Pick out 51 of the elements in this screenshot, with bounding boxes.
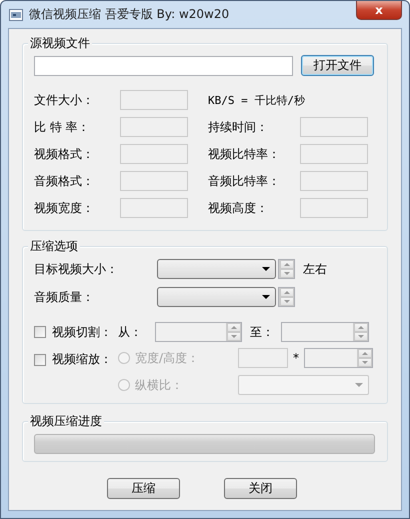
group-title: 源视频文件 xyxy=(28,35,92,51)
spin-field[interactable] xyxy=(304,348,373,368)
dropdown-caret-icon xyxy=(355,383,363,387)
field-label: 视频比特率： xyxy=(208,146,281,162)
readonly-field xyxy=(120,144,188,164)
field-label: 视频格式： xyxy=(34,146,95,162)
action-button[interactable]: 关闭 xyxy=(224,478,297,499)
dropdown-caret-icon xyxy=(262,267,270,271)
field-label: 比 特 率： xyxy=(34,118,91,136)
field-label: 音频质量： xyxy=(34,288,95,306)
spin-field[interactable] xyxy=(155,322,242,342)
group-title: 压缩选项 xyxy=(28,238,80,254)
readonly-field xyxy=(300,144,368,164)
open-file-button[interactable]: 打开文件 xyxy=(301,55,374,76)
spinner-arrows-icon[interactable] xyxy=(357,349,372,367)
spinner-arrows-icon[interactable] xyxy=(353,323,368,341)
dropdown-caret-icon xyxy=(262,295,270,299)
app-icon xyxy=(9,8,23,20)
close-button[interactable]: x xyxy=(356,1,402,20)
readonly-field xyxy=(120,90,188,110)
field-label: 音频格式： xyxy=(34,172,95,190)
readonly-field xyxy=(300,198,368,218)
from-label: 从： xyxy=(118,324,143,340)
window-title: 微信视频压缩 吾爱专版 By: w20w20 xyxy=(29,6,230,23)
action-button[interactable]: 压缩 xyxy=(107,478,180,499)
width-field[interactable] xyxy=(238,348,288,368)
field-label: 视频宽度： xyxy=(34,200,95,216)
unit-label: 左右 xyxy=(303,260,327,278)
spin-field[interactable] xyxy=(281,322,369,342)
field-label: 音频比特率： xyxy=(208,172,281,190)
readonly-field xyxy=(120,117,188,137)
dropdown[interactable] xyxy=(157,287,276,307)
unit-note: KB/S = 千比特/秒 xyxy=(208,92,306,108)
checkbox-label[interactable]: 视频切割： xyxy=(52,324,112,340)
readonly-field xyxy=(300,117,368,137)
to-label: 至： xyxy=(250,324,275,340)
dropdown[interactable] xyxy=(157,259,276,279)
field-label: 文件大小： xyxy=(34,92,95,108)
group-title: 视频压缩进度 xyxy=(28,413,104,429)
field-label: 视频高度： xyxy=(208,200,269,216)
readonly-field xyxy=(300,171,368,191)
field-label: 目标视频大小： xyxy=(34,260,119,278)
readonly-field xyxy=(120,198,188,218)
file-path-field[interactable] xyxy=(34,56,293,76)
checkbox[interactable] xyxy=(34,326,46,338)
checkbox[interactable] xyxy=(34,354,46,366)
field-label: 持续时间： xyxy=(208,118,269,136)
readonly-field xyxy=(120,171,188,191)
spinner-arrows-icon[interactable] xyxy=(226,323,241,341)
checkbox-label[interactable]: 视频缩放： xyxy=(52,351,112,368)
times-sign: * xyxy=(293,351,299,365)
